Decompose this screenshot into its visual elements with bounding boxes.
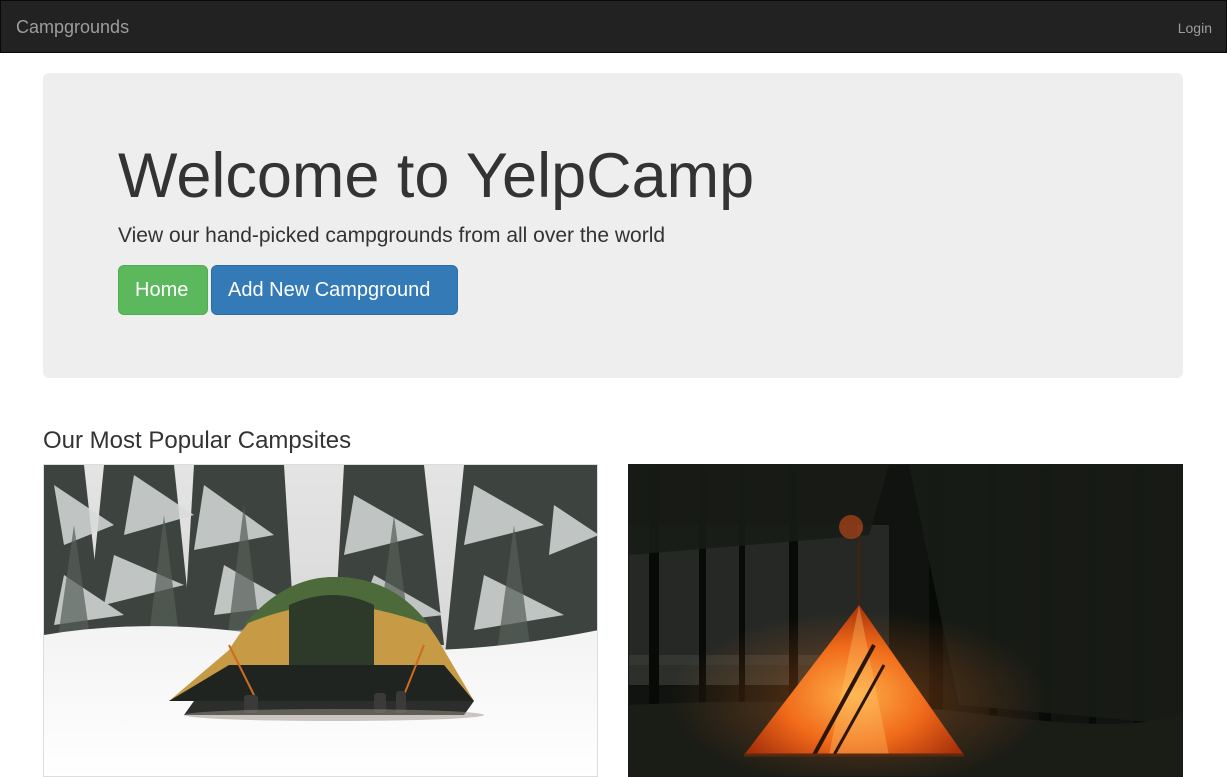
night-teepee-photo: [629, 465, 1182, 776]
jumbotron: Welcome to YelpCamp View our hand-picked…: [43, 73, 1183, 378]
campsite-image-snowy-tent[interactable]: [43, 464, 598, 777]
home-button[interactable]: Home: [118, 265, 208, 315]
add-new-campground-button[interactable]: Add New Campground: [211, 265, 458, 315]
page-subtitle: View our hand-picked campgrounds from al…: [118, 224, 666, 247]
navbar: Campgrounds Login: [0, 0, 1227, 53]
navbar-brand[interactable]: Campgrounds: [16, 17, 129, 37]
login-link[interactable]: Login: [1178, 19, 1212, 37]
page-title: Welcome to YelpCamp: [118, 141, 755, 211]
campsite-image-night-teepee[interactable]: [628, 464, 1183, 777]
snowy-tent-photo: [44, 465, 597, 776]
popular-campsites-heading: Our Most Popular Campsites: [43, 427, 352, 454]
